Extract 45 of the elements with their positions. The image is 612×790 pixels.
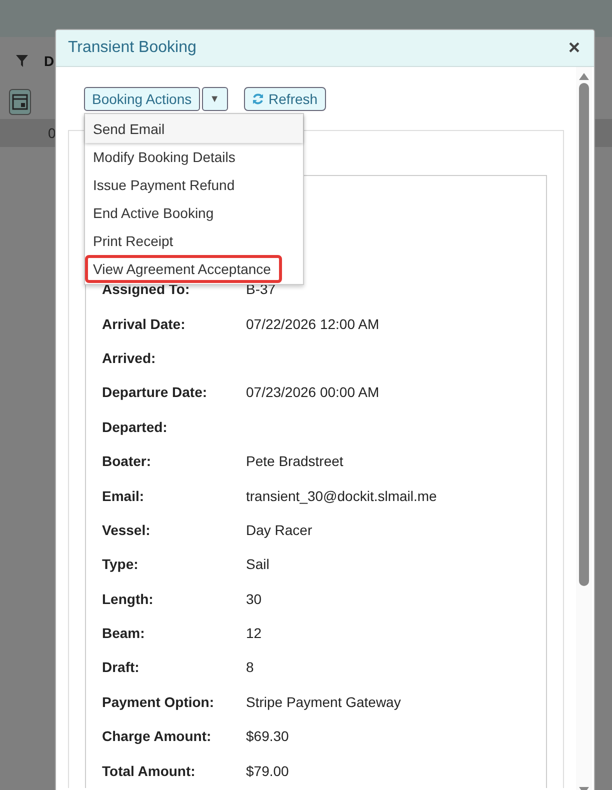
field-value: $79.00 — [246, 762, 289, 779]
menu-item[interactable]: Modify Booking Details — [85, 143, 303, 171]
table-cell: 0 — [48, 125, 56, 141]
field-value: 8 — [246, 659, 254, 676]
field-label: Departed: — [102, 418, 168, 435]
field-value: 07/23/2026 00:00 AM — [246, 384, 380, 400]
menu-item[interactable]: View Agreement Acceptance — [85, 255, 282, 283]
field-label: Beam: — [102, 625, 146, 642]
column-heading: D — [44, 53, 54, 69]
field-label: Length: — [102, 590, 154, 607]
field-label: Type: — [102, 556, 140, 572]
field-label: Departure Date: — [102, 384, 208, 400]
scrollbar[interactable] — [576, 67, 592, 790]
field-value: 30 — [246, 590, 262, 607]
field-value: 12 — [246, 625, 262, 642]
field-value: 07/22/2026 12:00 AM — [246, 316, 380, 332]
field-label: Arrived: — [102, 350, 157, 366]
booking-actions-button[interactable]: Booking Actions — [84, 87, 200, 111]
menu-item[interactable]: End Active Booking — [85, 199, 303, 227]
field-value: $69.30 — [246, 728, 289, 744]
field-value: Pete Bradstreet — [246, 453, 344, 470]
menu-item[interactable]: Print Receipt — [85, 227, 303, 255]
filter-icon[interactable] — [16, 55, 28, 67]
dialog-title: Transient Booking — [68, 39, 196, 57]
field-label: Charge Amount: — [102, 728, 212, 744]
field-label: Payment Option: — [102, 694, 216, 710]
field-value: transient_30@dockit.slmail.me — [246, 488, 437, 504]
close-button[interactable]: × — [564, 38, 584, 58]
field-value: Sail — [246, 556, 270, 572]
field-value: Stripe Payment Gateway — [246, 694, 401, 710]
calendar-icon[interactable] — [9, 89, 31, 115]
dropdown-toggle[interactable]: ▼ — [202, 87, 228, 111]
field-label: Email: — [102, 488, 146, 504]
field-label: Total Amount: — [102, 762, 196, 779]
refresh-icon — [252, 93, 264, 105]
refresh-button[interactable]: Refresh — [244, 87, 326, 111]
menu-item[interactable]: Issue Payment Refund — [85, 171, 303, 199]
field-label: Boater: — [102, 453, 152, 470]
field-label: Draft: — [102, 659, 140, 676]
field-value: Day Racer — [246, 522, 312, 538]
scroll-up-icon[interactable] — [579, 73, 589, 80]
scrollbar-thumb[interactable] — [579, 83, 589, 586]
field-label: Vessel: — [102, 522, 152, 538]
menu-item[interactable]: Send Email — [85, 115, 303, 143]
field-label: Arrival Date: — [102, 316, 186, 332]
